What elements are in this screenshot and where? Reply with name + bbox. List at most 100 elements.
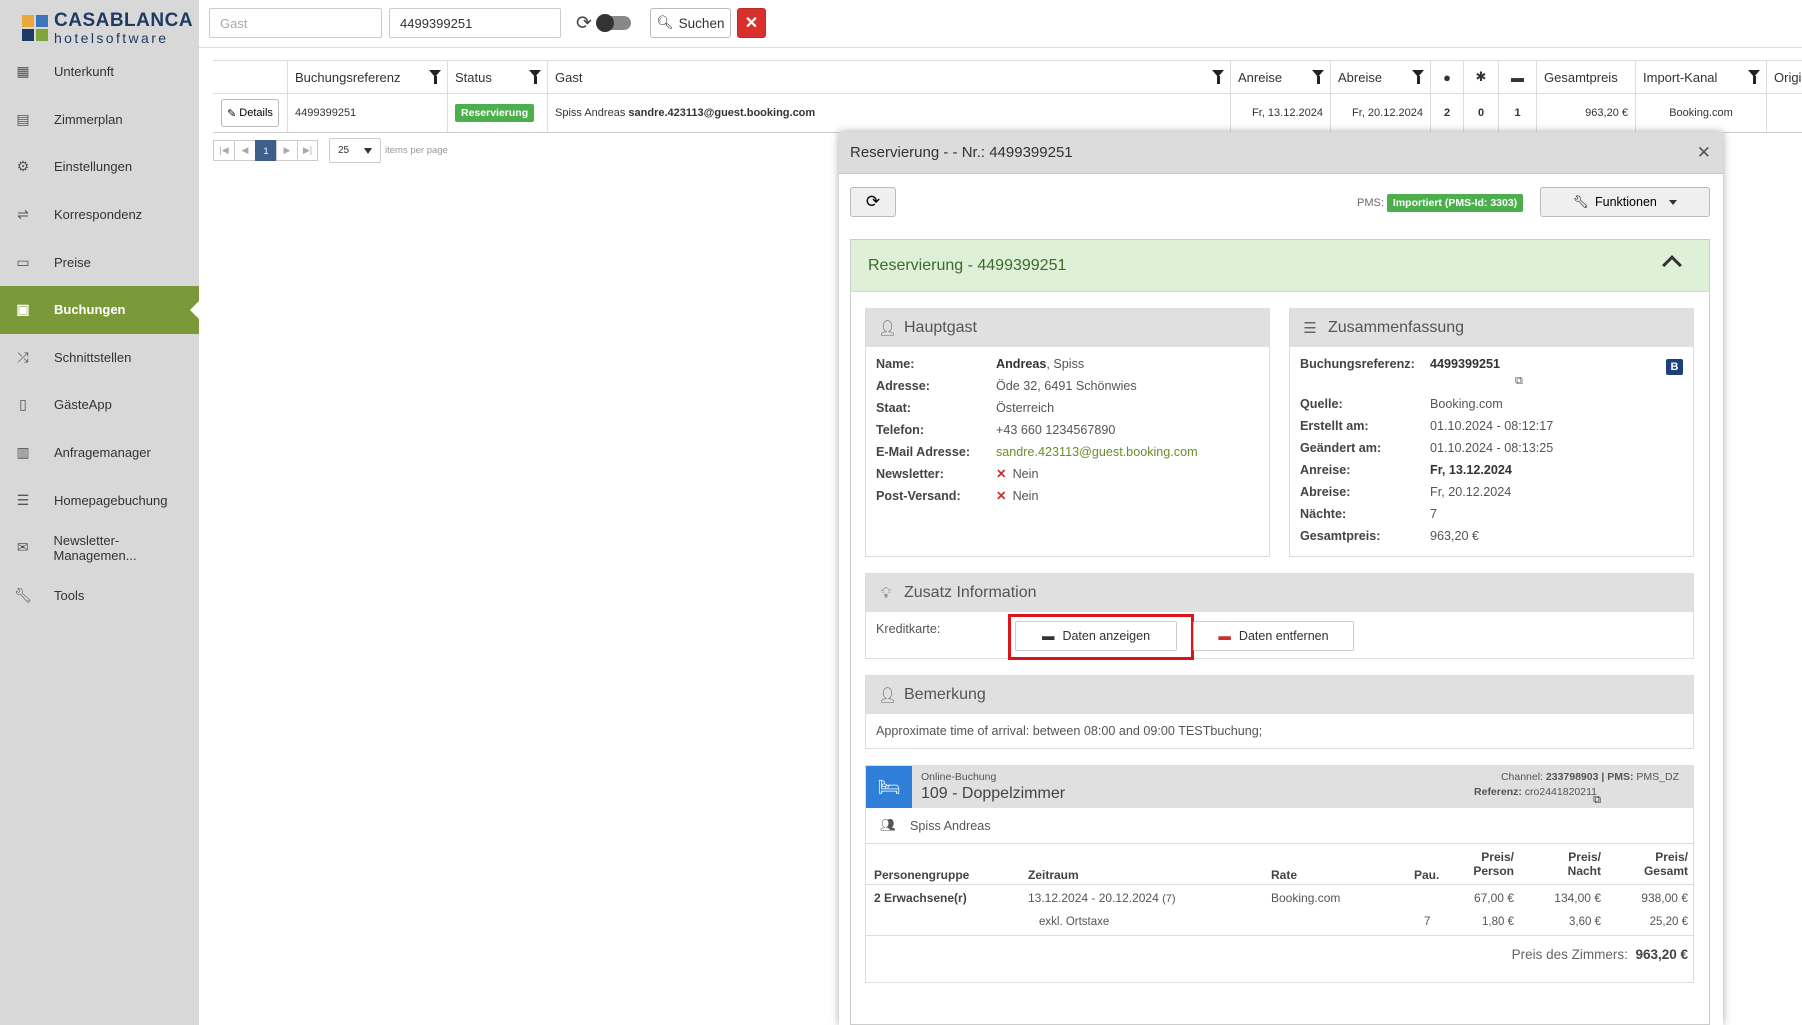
sidebar: CASABLANCA hotelsoftware ▦ Unterkunft ▤ Zi… [0, 0, 199, 1025]
sidebar-item-gaesteapp[interactable]: ▯ GästeApp [0, 381, 199, 429]
lightbulb-icon: 💡︎ [880, 584, 892, 602]
col-channel[interactable]: Import-Kanal [1636, 61, 1767, 93]
gears-icon: ⚙ [16, 158, 30, 175]
reference-search-input[interactable] [389, 8, 561, 38]
close-icon[interactable]: ✕ [1697, 143, 1711, 163]
refresh-toggle-icon: ⟳ [576, 13, 592, 34]
search-icon: 🔍︎ [656, 15, 674, 30]
search-button[interactable]: 🔍︎ Suchen [650, 8, 731, 38]
brand-logo[interactable]: CASABLANCA hotelsoftware [0, 0, 199, 48]
bed-icon: ▬ [1511, 69, 1524, 85]
col-arrival[interactable]: Anreise [1231, 61, 1331, 93]
cell-guest: Spiss Andreas sandre.423113@guest.bookin… [548, 94, 1231, 132]
sidebar-item-einstellungen[interactable]: ⚙ Einstellungen [0, 143, 199, 191]
room-header: 🛏︎ Online-Buchung 109 - Doppelzimmer Cha… [866, 766, 1693, 808]
close-icon: ✕ [744, 15, 759, 32]
sidebar-item-korrespondenz[interactable]: ⇌ Korrespondenz [0, 191, 199, 239]
last-page-button[interactable]: ▶| [297, 140, 318, 161]
sidebar-item-tools[interactable]: 🔧︎ Tools [0, 572, 199, 620]
child-icon: ✱ [1475, 69, 1487, 84]
functions-dropdown-button[interactable]: 🔧︎ Funktionen [1540, 187, 1710, 217]
col-guest[interactable]: Gast [548, 61, 1231, 93]
remove-card-data-button[interactable]: ▬ Daten entfernen [1193, 621, 1354, 651]
brand-subtitle: hotelsoftware [54, 30, 169, 46]
reservation-section: Reservierung - 4499399251 👤︎ Hauptgast Na… [850, 239, 1710, 1025]
col-children[interactable]: ✱ [1464, 61, 1499, 93]
status-badge: Reservierung [455, 104, 535, 122]
auto-refresh-toggle[interactable] [596, 14, 631, 32]
sidebar-item-anfragemanager[interactable]: ▥ Anfragemanager [0, 429, 199, 477]
dialog-title: Reservierung - - Nr.: 4499399251 [850, 144, 1073, 161]
room-name: 109 - Doppelzimmer [921, 785, 1066, 802]
users-icon: 👥︎ [880, 818, 896, 832]
table-row[interactable]: ✎ Details 4499399251 Reservierung Spiss A… [213, 93, 1802, 133]
brand-name: CASABLANCA [54, 10, 194, 31]
cell-total: 963,20 € [1537, 94, 1636, 132]
user-icon: 👤︎ [878, 687, 898, 704]
remark-panel: 👤︎ Bemerkung Approximate time of arrival:… [865, 675, 1694, 749]
cell-children: 0 [1464, 94, 1499, 132]
list-icon: ☰ [1303, 320, 1317, 337]
bed-icon: 🛏︎ [866, 766, 912, 808]
col-departure[interactable]: Abreise [1331, 61, 1431, 93]
calendar-grid-icon: ▤ [16, 110, 30, 127]
copy-icon[interactable]: ⧉ [1300, 375, 1683, 393]
col-rooms[interactable]: ▬ [1499, 61, 1537, 93]
col-reference[interactable]: Buchungsreferenz [288, 61, 448, 93]
cell-adults: 2 [1431, 94, 1464, 132]
wrench-icon: 🔧︎ [1573, 194, 1589, 209]
filter-icon[interactable] [1212, 70, 1224, 84]
pms-status: PMS: Importiert (PMS-Id: 3303) [1357, 194, 1524, 212]
guest-search-input[interactable] [209, 8, 382, 38]
clear-search-button[interactable]: ✕ [737, 8, 766, 38]
signpost-icon: ⇌ [17, 206, 29, 223]
top-search-bar: ⟳ 🔍︎ Suchen ✕ [199, 0, 1802, 48]
filter-icon[interactable] [1412, 70, 1424, 84]
sidebar-item-homepagebuchung[interactable]: ☰ Homepagebuchung [0, 476, 199, 524]
col-origin[interactable]: Origi [1767, 61, 1802, 93]
col-actions [213, 61, 288, 93]
room-channel: Channel: 233798903 | PMS: PMS_DZ [1500, 771, 1679, 783]
col-total[interactable]: Gesamtpreis [1537, 61, 1636, 93]
highlight-box [1008, 614, 1194, 660]
table-header: Buchungsreferenz Status Gast Anreise Abr… [213, 61, 1802, 93]
reload-button[interactable]: ⟳ [850, 187, 896, 217]
chevron-up-icon[interactable] [1662, 255, 1682, 275]
col-adults[interactable]: ● [1431, 61, 1464, 93]
cell-arrival: Fr, 13.12.2024 [1231, 94, 1331, 132]
logo-mark-icon [22, 15, 48, 41]
prev-page-button[interactable]: ◀ [234, 140, 255, 161]
col-status[interactable]: Status [448, 61, 548, 93]
briefcase-icon: ▣ [16, 301, 30, 318]
filter-icon[interactable] [1748, 70, 1760, 84]
sidebar-item-buchungen[interactable]: ▣ Buchungen [0, 285, 199, 334]
cell-rooms: 1 [1499, 94, 1537, 132]
page-button[interactable]: 1 [255, 140, 276, 161]
cross-icon: ✕ [996, 467, 1007, 481]
mobile-icon: ▯ [19, 396, 27, 413]
summary-panel: ☰ Zusammenfassung Buchungsreferenz: 449939… [1289, 308, 1694, 557]
details-button[interactable]: ✎ Details [221, 99, 279, 127]
main-guest-panel: 👤︎ Hauptgast Name: Andreas, Spiss Adresse:… [865, 308, 1270, 557]
filter-icon[interactable] [529, 70, 541, 84]
sidebar-item-zimmerplan[interactable]: ▤ Zimmerplan [0, 96, 199, 144]
reservation-section-header[interactable]: Reservierung - 4499399251 [851, 240, 1709, 292]
copy-icon[interactable]: ⧉ [1593, 794, 1601, 807]
caret-down-icon [1668, 199, 1677, 205]
room-reference: Referenz: cro2441820211 [1474, 786, 1597, 798]
filter-icon[interactable] [1312, 70, 1324, 84]
sidebar-item-unterkunft[interactable]: ▦ Unterkunft [0, 48, 199, 96]
next-page-button[interactable]: ▶ [276, 140, 297, 161]
guest-email-link[interactable]: sandre.423113@guest.booking.com [996, 441, 1198, 463]
refresh-icon: ⟳ [865, 192, 881, 211]
sidebar-item-schnittstellen[interactable]: ⤮ Schnittstellen [0, 334, 199, 382]
first-page-button[interactable]: |◀ [213, 140, 234, 161]
sidebar-item-newsletter[interactable]: ✉ Newsletter-Managemen... [0, 524, 199, 572]
extra-info-panel: 💡︎ Zusatz Information Kreditkarte: ▬ Daten… [865, 573, 1694, 660]
room-kind: Online-Buchung [921, 771, 997, 783]
filter-icon[interactable] [429, 70, 441, 84]
sidebar-item-preise[interactable]: ▭ Preise [0, 238, 199, 286]
cross-icon: ✕ [996, 489, 1007, 503]
edit-icon: ✎ [227, 107, 237, 120]
page-size-select[interactable]: 25 [329, 138, 381, 163]
